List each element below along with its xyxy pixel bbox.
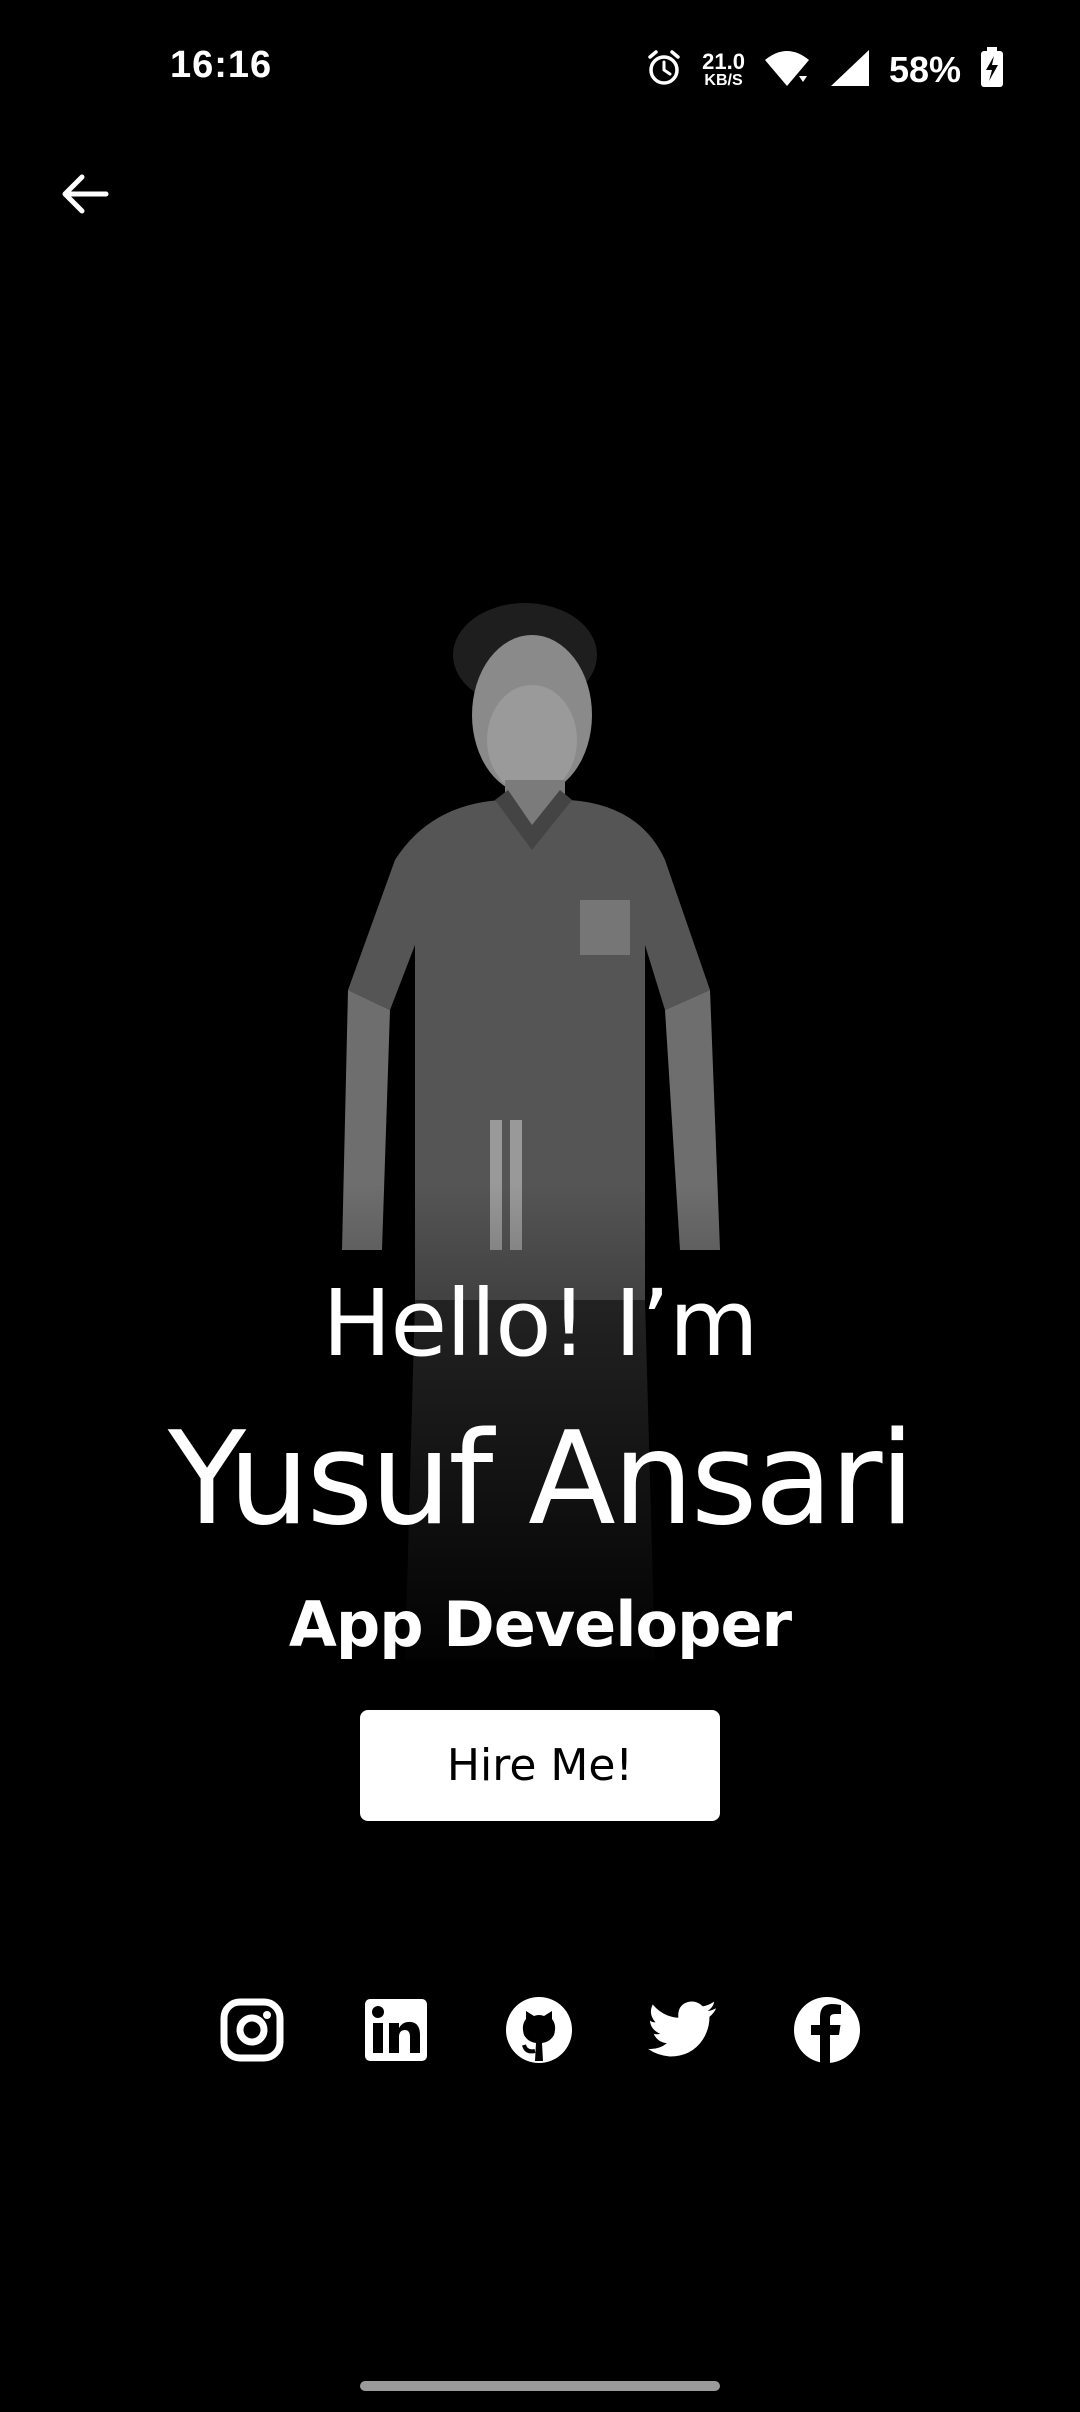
twitter-icon <box>648 2001 717 2057</box>
network-speed-unit: KB/S <box>704 72 743 89</box>
network-speed-value: 21.0 <box>702 49 745 74</box>
battery-percentage: 58% <box>888 49 961 90</box>
battery-charging-icon <box>979 47 1005 93</box>
github-link[interactable] <box>504 1995 574 2065</box>
twitter-link[interactable] <box>648 1995 718 2065</box>
facebook-icon <box>794 1997 860 2063</box>
instagram-icon <box>220 1998 284 2062</box>
alarm-icon <box>644 48 684 92</box>
network-speed: 21.0 KB/S <box>702 51 745 89</box>
status-time: 16:16 <box>170 44 273 86</box>
hire-me-button[interactable]: Hire Me! <box>360 1710 720 1821</box>
developer-name: Yusuf Ansari <box>167 1405 915 1554</box>
status-icons: 21.0 KB/S 58% <box>644 40 1005 100</box>
cellular-signal-icon <box>829 48 871 92</box>
wifi-icon <box>763 48 811 92</box>
arrow-left-icon <box>62 174 109 214</box>
facebook-link[interactable] <box>792 1995 862 2065</box>
status-bar: 16:16 21.0 KB/S 58% <box>0 0 1080 140</box>
developer-role: App Developer <box>288 1588 792 1661</box>
back-button[interactable] <box>48 158 120 230</box>
github-icon <box>506 1997 572 2063</box>
greeting-text: Hello! I’m <box>322 1270 758 1377</box>
linkedin-icon <box>365 1999 427 2061</box>
social-links <box>0 1995 1080 2065</box>
linkedin-link[interactable] <box>361 1995 431 2065</box>
instagram-link[interactable] <box>217 1995 287 2065</box>
home-indicator[interactable] <box>360 2381 720 2391</box>
